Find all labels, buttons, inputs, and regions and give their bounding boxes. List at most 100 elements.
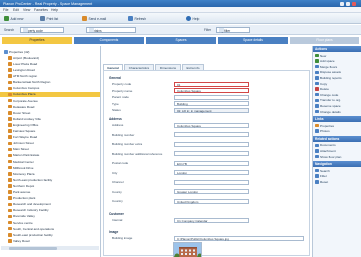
field-input[interactable]	[174, 132, 249, 137]
tab-properties[interactable]: Properties	[2, 37, 72, 44]
tab-space-details[interactable]: Space details	[218, 37, 288, 44]
menu-view[interactable]: View	[23, 8, 30, 12]
help-button[interactable]: Help	[186, 15, 199, 22]
tree-item[interactable]: Millbrook Drive	[0, 165, 100, 170]
maximize-icon[interactable]	[346, 1, 350, 6]
tree-item[interactable]: Fairview Square	[0, 128, 100, 133]
tree-item[interactable]: Columbus Campus	[0, 86, 100, 91]
tree-item[interactable]: Park avenue	[0, 189, 100, 194]
tree-item[interactable]: Fort Wayne Road	[0, 134, 100, 139]
action-item-label: Show floor plan	[320, 154, 342, 159]
field-input[interactable]: London	[174, 170, 249, 175]
tab-components[interactable]: Components	[74, 37, 144, 44]
refresh-button[interactable]: Refresh	[128, 15, 146, 22]
tree-item[interactable]: Dover Street	[0, 110, 100, 115]
field-input[interactable]	[174, 151, 249, 156]
minimize-icon[interactable]	[340, 1, 344, 6]
filter-select[interactable]: My filter	[216, 27, 250, 33]
field-input[interactable]	[174, 94, 249, 100]
action-item[interactable]: Reset	[315, 179, 328, 184]
tree-item[interactable]: ATM North region	[0, 73, 100, 78]
action-item[interactable]: Properties	[315, 123, 334, 128]
field-input[interactable]: C:\Planon\Public\Columbus Square.jpg	[174, 235, 304, 241]
action-section-header[interactable]: Links	[313, 116, 361, 123]
tree-item[interactable]: Northern Depot	[0, 183, 100, 188]
action-item[interactable]: Merge floors	[315, 64, 337, 69]
tree-item[interactable]: Airport (Boulevard)	[0, 55, 100, 60]
field-input[interactable]	[174, 179, 249, 185]
field-input[interactable]: EC1YB	[174, 160, 249, 166]
action-item[interactable]: Reserve space	[315, 103, 341, 108]
action-section-header[interactable]: Navigation	[313, 161, 361, 168]
tree-item[interactable]: Monterey Plaza	[0, 171, 100, 176]
action-item[interactable]: Change details	[315, 109, 341, 114]
action-item[interactable]: Filter	[315, 174, 327, 179]
search-icon	[315, 168, 319, 173]
tree-item[interactable]: Riverside Valley	[0, 214, 100, 219]
field-input[interactable]: United Kingdom	[174, 198, 249, 204]
gear-icon	[315, 109, 319, 114]
field-input[interactable]	[174, 141, 249, 147]
tree-item[interactable]: Johnson Street	[0, 141, 100, 146]
action-item[interactable]: Dispose assets	[315, 70, 341, 75]
add-new-button[interactable]: Add new	[4, 15, 23, 22]
action-item[interactable]: Transfer to org.	[315, 98, 341, 103]
tree-item[interactable]: Medical Center	[0, 159, 100, 164]
action-item[interactable]: Copy	[315, 81, 327, 86]
search-field-select[interactable]: Property code	[20, 27, 64, 33]
tree-item[interactable]: Valley Road	[0, 238, 100, 243]
close-icon[interactable]	[352, 1, 356, 6]
tree-item[interactable]: Properties (42)	[0, 49, 100, 54]
tree-item[interactable]: Marion Park Estate	[0, 153, 100, 158]
action-item[interactable]: Change code	[315, 92, 338, 97]
tree-item[interactable]: North-east production facility	[0, 177, 100, 182]
field-input[interactable]: C1 Company Calendar	[174, 217, 249, 223]
tree-item-label: North-east production facility	[13, 177, 53, 182]
tree-item[interactable]: Corporate Avenue	[0, 98, 100, 103]
action-item[interactable]: Building reports	[315, 75, 342, 80]
menu-favorites[interactable]: Favorites	[34, 8, 48, 12]
action-item[interactable]: Search	[315, 168, 330, 173]
search-scope-select[interactable]: Contains	[86, 27, 136, 33]
action-section-header[interactable]: Actions	[313, 46, 361, 52]
tree-item[interactable]: Dollard Lindsey Ville	[0, 116, 100, 121]
tree-item[interactable]: Production plant	[0, 195, 100, 200]
action-item[interactable]: Photos	[315, 129, 330, 134]
horizontal-scrollbar[interactable]	[1, 246, 99, 250]
tree-item[interactable]: Service centre	[0, 220, 100, 225]
tab-spaces[interactable]: Spaces	[146, 37, 216, 44]
action-item[interactable]: Documents	[315, 143, 336, 148]
print-list-button[interactable]: Print list	[40, 15, 58, 22]
tree-item[interactable]: Delaware Road	[0, 104, 100, 109]
building-icon	[4, 50, 8, 54]
field-input[interactable]: Columbus Square	[174, 88, 249, 93]
tree-item[interactable]: Columbus Plaza	[0, 91, 100, 97]
field-label: County	[112, 189, 122, 194]
tree-item[interactable]: Main Street	[0, 147, 100, 152]
field-input[interactable]: Columbus Square	[174, 122, 249, 128]
send-email-button[interactable]: Send e-mail	[82, 15, 106, 22]
field-input[interactable]: Building	[174, 101, 249, 106]
field-input[interactable]: Greater London	[174, 189, 249, 194]
field-label: Postal code	[112, 161, 129, 165]
menu-file[interactable]: File	[3, 8, 8, 12]
tree-item[interactable]: Lexington Road	[0, 67, 100, 72]
tree-item[interactable]: South, Central and operations	[0, 226, 100, 231]
action-item[interactable]: Attachment	[315, 148, 336, 153]
tree-item[interactable]: South-east production facility	[0, 232, 100, 237]
action-section-header[interactable]: Related actions	[313, 135, 361, 142]
tab-floor-plans[interactable]: Floor plans	[290, 37, 359, 44]
menu-help[interactable]: Help	[51, 8, 58, 12]
tree-item[interactable]: Research and development	[0, 202, 100, 207]
field-input[interactable]: 01	[174, 81, 249, 87]
menu-edit[interactable]: Edit	[13, 8, 19, 12]
tree-item[interactable]: Engineering Office	[0, 122, 100, 127]
action-item[interactable]: Show floor plan	[315, 154, 341, 159]
action-item[interactable]: New	[315, 53, 326, 58]
tree-item[interactable]: Bankenstraat North Region	[0, 80, 100, 85]
scrollbar-thumb[interactable]	[9, 246, 57, 250]
tree-item[interactable]: Louw Plaza Road	[0, 61, 100, 66]
action-item[interactable]: Delete	[315, 87, 329, 92]
action-item[interactable]: Add space	[315, 59, 335, 64]
tree-item[interactable]: Research Industry Facility	[0, 208, 100, 213]
